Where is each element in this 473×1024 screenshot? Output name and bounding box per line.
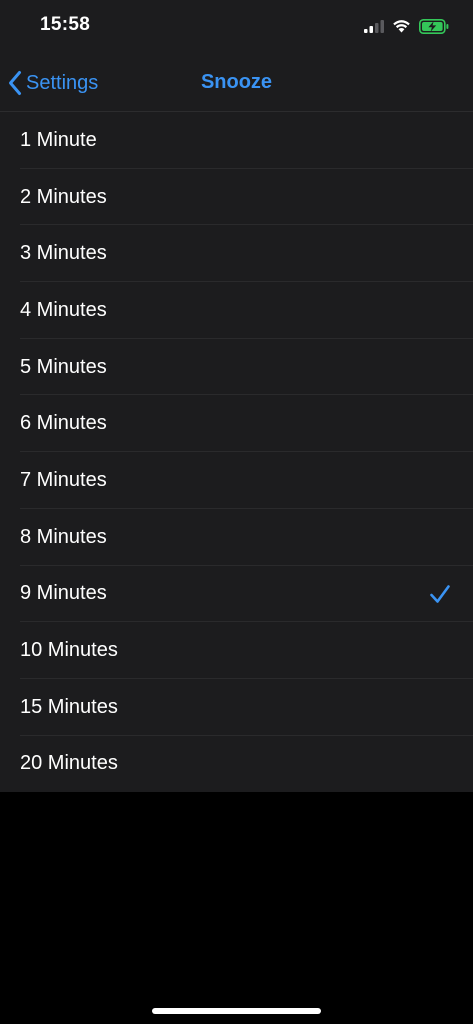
option-label: 9 Minutes bbox=[20, 582, 107, 605]
option-label: 1 Minute bbox=[20, 128, 97, 151]
option-label: 5 Minutes bbox=[20, 355, 107, 378]
option-row-5-minutes[interactable]: 5 Minutes bbox=[0, 339, 473, 396]
option-label: 2 Minutes bbox=[20, 185, 107, 208]
snooze-options-list: 1 Minute 2 Minutes 3 Minutes 4 Minutes 5… bbox=[0, 112, 473, 793]
status-time: 15:58 bbox=[40, 14, 91, 35]
navigation-bar: Settings Snooze bbox=[0, 56, 473, 111]
option-label: 4 Minutes bbox=[20, 298, 107, 321]
wifi-icon bbox=[393, 20, 410, 33]
option-row-15-minutes[interactable]: 15 Minutes bbox=[0, 679, 473, 736]
option-label: 7 Minutes bbox=[20, 468, 107, 491]
home-indicator[interactable] bbox=[152, 1008, 321, 1014]
screen: 15:58 Settings Snooze 1 Minute 2 Minutes… bbox=[0, 0, 473, 1024]
option-row-10-minutes[interactable]: 10 Minutes bbox=[0, 622, 473, 679]
option-label: 10 Minutes bbox=[20, 639, 118, 662]
option-label: 3 Minutes bbox=[20, 242, 107, 265]
option-row-2-minutes[interactable]: 2 Minutes bbox=[0, 169, 473, 226]
option-row-8-minutes[interactable]: 8 Minutes bbox=[0, 509, 473, 566]
status-icons bbox=[364, 16, 449, 36]
option-row-6-minutes[interactable]: 6 Minutes bbox=[0, 395, 473, 452]
checkmark-icon bbox=[430, 585, 450, 603]
header-area: 15:58 Settings Snooze bbox=[0, 0, 473, 112]
page-title: Snooze bbox=[200, 71, 273, 93]
option-row-9-minutes[interactable]: 9 Minutes bbox=[0, 566, 473, 623]
battery-charging-icon bbox=[419, 18, 449, 34]
option-label: 8 Minutes bbox=[20, 525, 107, 548]
option-row-1-minute[interactable]: 1 Minute bbox=[0, 112, 473, 169]
option-row-4-minutes[interactable]: 4 Minutes bbox=[0, 282, 473, 339]
option-row-3-minutes[interactable]: 3 Minutes bbox=[0, 225, 473, 282]
option-row-7-minutes[interactable]: 7 Minutes bbox=[0, 452, 473, 509]
option-label: 20 Minutes bbox=[20, 752, 118, 775]
option-label: 15 Minutes bbox=[20, 695, 118, 718]
status-bar: 15:58 bbox=[0, 0, 473, 52]
option-row-20-minutes[interactable]: 20 Minutes bbox=[0, 736, 473, 793]
option-label: 6 Minutes bbox=[20, 412, 107, 435]
cellular-signal-icon bbox=[364, 19, 384, 33]
